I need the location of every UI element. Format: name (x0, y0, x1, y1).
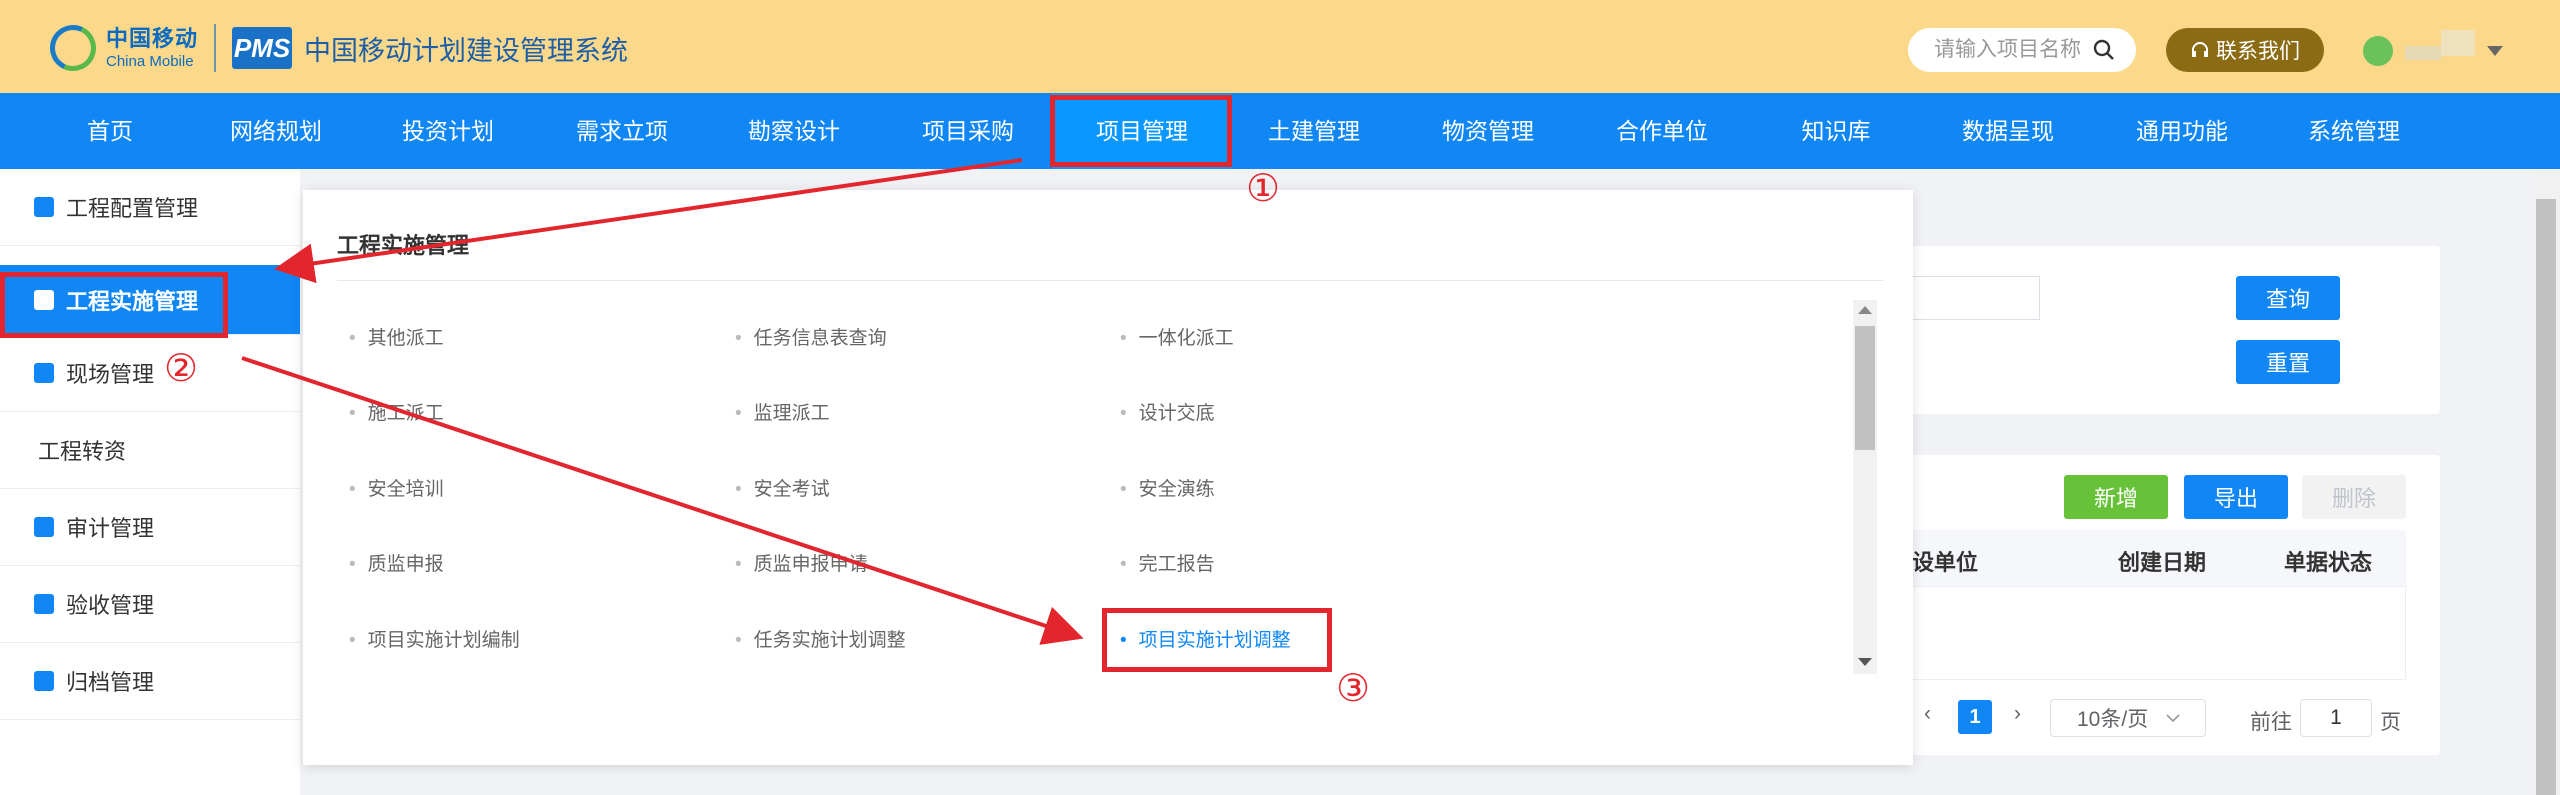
annotation-arrows (241, 158, 1084, 645)
arrow-1-to-2 (274, 158, 1023, 284)
arrow-2-to-3 (241, 356, 1084, 645)
